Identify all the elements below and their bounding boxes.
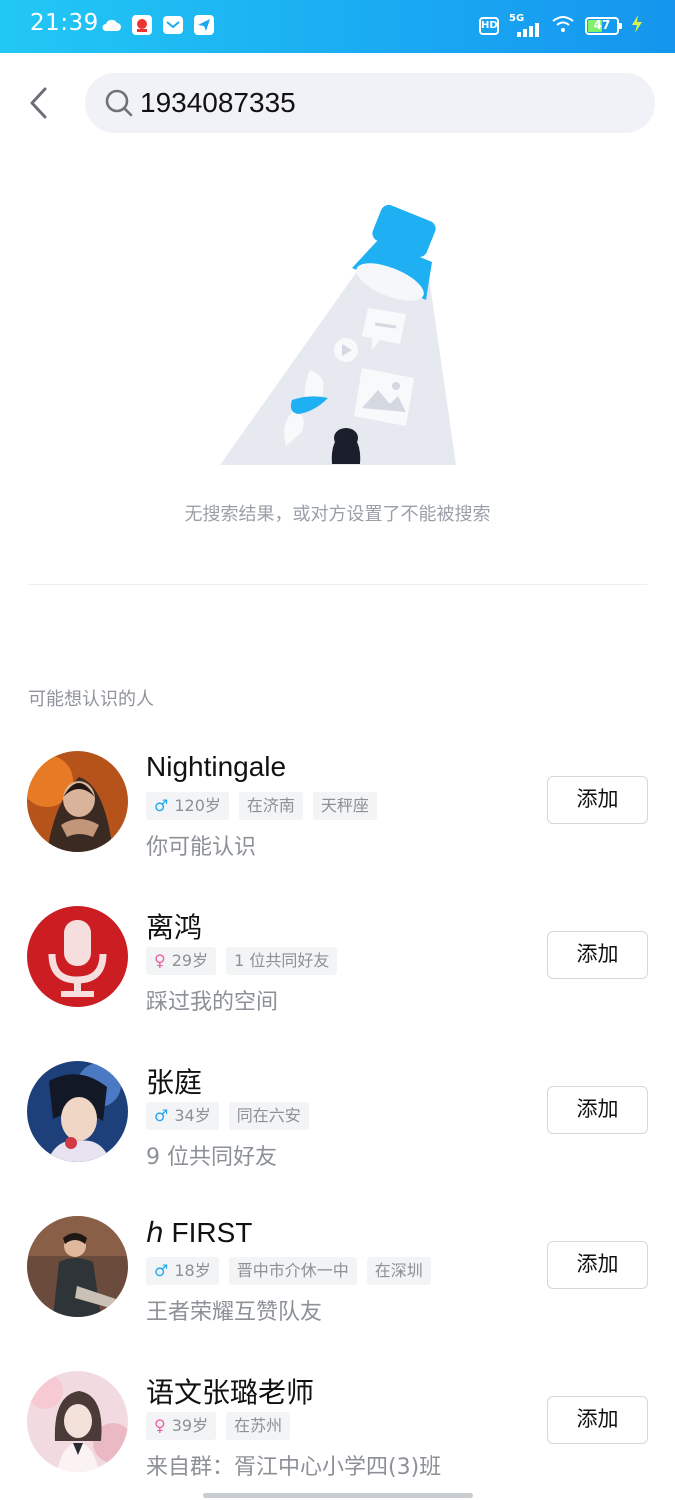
female-icon: ♀ [154, 1416, 166, 1435]
wifi-icon [551, 14, 575, 38]
cellular-signal-icon: 5G [509, 13, 541, 37]
gender-age-tag: ♂ 34岁 [146, 1102, 219, 1130]
tag-group: ♂ 18岁 晋中市介休一中 在深圳 [146, 1257, 431, 1285]
gender-age-tag: ♀ 39岁 [146, 1412, 217, 1440]
person-name[interactable]: 张庭 [146, 1061, 202, 1101]
charging-icon [629, 14, 645, 38]
list-item[interactable]: 离鸿 ♀ 29岁 1 位共同好友 踩过我的空间 添加 [0, 906, 675, 1026]
search-icon [105, 89, 133, 117]
add-button[interactable]: 添加 [547, 1241, 648, 1289]
person-name[interactable]: 离鸿 [146, 906, 202, 946]
info-tag: 天秤座 [312, 792, 377, 820]
list-item[interactable]: 张庭 ♂ 34岁 同在六安 9 位共同好友 添加 [0, 1061, 675, 1181]
person-name[interactable]: Nightingale [146, 751, 286, 783]
age: 34岁 [174, 1106, 211, 1125]
avatar[interactable] [27, 906, 128, 1007]
avatar[interactable] [27, 1371, 128, 1472]
gender-age-tag: ♂ 120岁 [146, 792, 229, 820]
divider [28, 584, 647, 585]
recommendation-reason: 王者荣耀互赞队友 [146, 1300, 323, 1325]
tag-group: ♂ 34岁 同在六安 [146, 1102, 309, 1130]
info-tag: 在济南 [238, 792, 303, 820]
recommendation-reason: 9 位共同好友 [146, 1145, 277, 1170]
person-name[interactable]: ℎ FIRST [146, 1216, 252, 1249]
info-tag: 1 位共同好友 [226, 947, 338, 975]
notification-icons [100, 14, 215, 36]
male-icon: ♂ [154, 796, 169, 815]
search-input[interactable] [140, 73, 630, 133]
tag-group: ♀ 39岁 在苏州 [146, 1412, 291, 1440]
add-button[interactable]: 添加 [547, 776, 648, 824]
tag-group: ♂ 120岁 在济南 天秤座 [146, 792, 377, 820]
info-tag: 同在六安 [228, 1102, 309, 1130]
section-title: 可能想认识的人 [28, 689, 154, 710]
status-bar: 21:39 HD 5G 47 [0, 0, 675, 53]
status-time: 21:39 [30, 10, 99, 36]
search-bar[interactable] [85, 73, 655, 133]
battery-icon: 47 [585, 17, 622, 35]
avatar[interactable] [27, 1216, 128, 1317]
list-item[interactable]: Nightingale ♂ 120岁 在济南 天秤座 你可能认识 添加 [0, 751, 675, 871]
female-icon: ♀ [154, 951, 166, 970]
recommendation-reason: 来自群：胥江中心小学四(3)班 [146, 1455, 442, 1480]
info-tag: 在苏州 [226, 1412, 291, 1440]
hd-icon: HD [479, 17, 499, 35]
app-notification-icon [131, 14, 153, 36]
system-indicators: HD 5G 47 [479, 13, 645, 38]
age: 29岁 [171, 951, 209, 970]
tag-group: ♀ 29岁 1 位共同好友 [146, 947, 338, 975]
age: 18岁 [174, 1261, 211, 1280]
empty-state-message: 无搜索结果，或对方设置了不能被搜索 [184, 504, 491, 525]
battery-level: 47 [593, 18, 611, 32]
mail-icon [162, 14, 184, 36]
male-icon: ♂ [154, 1106, 169, 1125]
male-icon: ♂ [154, 1261, 169, 1280]
send-icon [193, 14, 215, 36]
recommendation-reason: 你可能认识 [146, 835, 257, 860]
person-name[interactable]: 语文张璐老师 [146, 1371, 314, 1411]
chevron-left-icon [30, 87, 47, 119]
list-item[interactable]: 语文张璐老师 ♀ 39岁 在苏州 来自群：胥江中心小学四(3)班 添加 [0, 1371, 675, 1491]
age: 39岁 [171, 1416, 209, 1435]
age: 120岁 [174, 796, 221, 815]
gender-age-tag: ♀ 29岁 [146, 947, 217, 975]
recommendation-reason: 踩过我的空间 [146, 990, 279, 1015]
list-item[interactable]: ℎ FIRST ♂ 18岁 晋中市介休一中 在深圳 王者荣耀互赞队友 添加 [0, 1216, 675, 1336]
gender-age-tag: ♂ 18岁 [146, 1257, 219, 1285]
no-results-illustration [220, 204, 456, 465]
add-button[interactable]: 添加 [547, 931, 648, 979]
home-indicator[interactable] [203, 1493, 473, 1498]
cloud-icon [100, 14, 122, 36]
info-tag: 晋中市介休一中 [228, 1257, 357, 1285]
avatar[interactable] [27, 1061, 128, 1162]
add-button[interactable]: 添加 [547, 1396, 648, 1444]
back-button[interactable] [22, 84, 58, 124]
add-button[interactable]: 添加 [547, 1086, 648, 1134]
info-tag: 在深圳 [366, 1257, 431, 1285]
avatar[interactable] [27, 751, 128, 852]
